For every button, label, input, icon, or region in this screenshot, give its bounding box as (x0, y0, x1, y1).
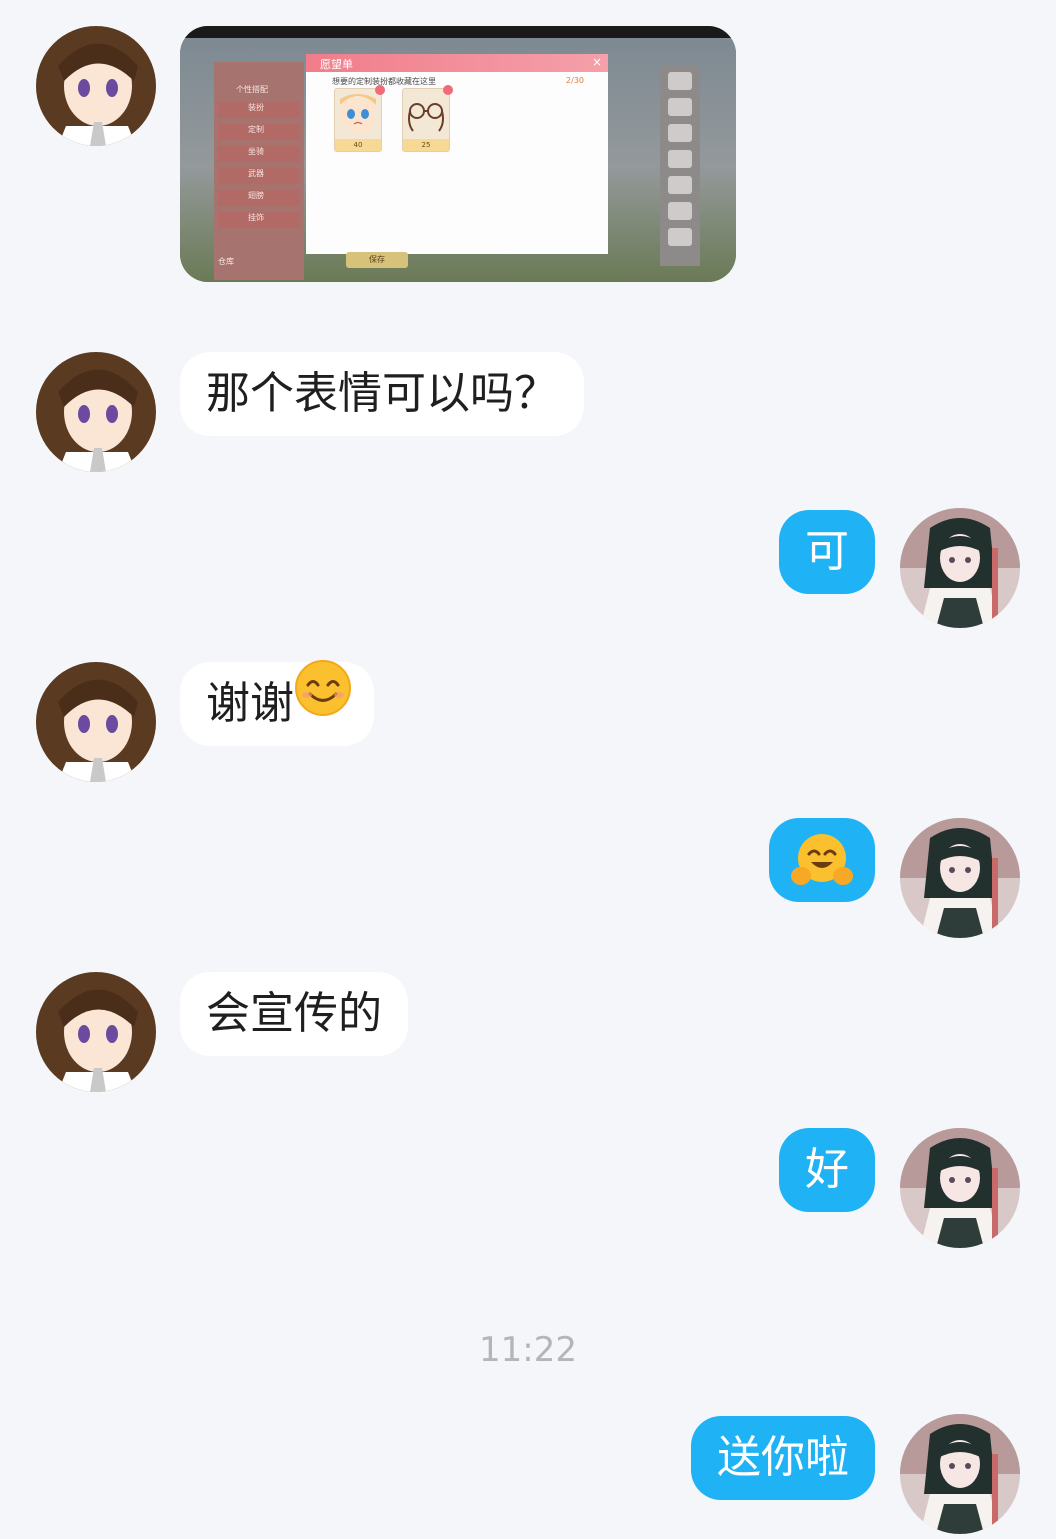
menu-item: 装扮 (218, 102, 300, 118)
remove-dot (375, 85, 385, 95)
menu-item: 坐骑 (218, 146, 300, 162)
panel-icon (668, 98, 692, 116)
contact-avatar[interactable] (36, 972, 156, 1092)
menu-item: 翅膀 (218, 190, 300, 206)
message-bubble[interactable]: 那个表情可以吗？ (180, 352, 584, 436)
chat-thread[interactable]: 装扮 定制 坐骑 武器 翅膀 挂饰 个性搭配 仓库 愿望单 × 想要的定制装扮都… (0, 0, 1056, 1539)
game-right-panel (660, 66, 700, 266)
dialog-subtitle: 想要的定制装扮都收藏在这里 (332, 77, 436, 86)
message-bubble[interactable]: 可 (779, 510, 875, 594)
menu-item: 定制 (218, 124, 300, 140)
message-bubble[interactable]: 会宣传的 (180, 972, 408, 1056)
message-bubble[interactable] (769, 818, 875, 902)
remove-dot (443, 85, 453, 95)
user-avatar[interactable] (900, 508, 1020, 628)
face-icon (340, 93, 376, 133)
user-avatar[interactable] (900, 1128, 1020, 1248)
timestamp: 11:22 (479, 1330, 577, 1370)
card-price: 40 (335, 139, 381, 151)
game-side-menu: 装扮 定制 坐骑 武器 翅膀 挂饰 个性搭配 (214, 62, 304, 280)
close-icon: × (591, 55, 602, 69)
panel-icon (668, 124, 692, 142)
card-price: 25 (403, 139, 449, 151)
dialog-header: 愿望单 × (306, 54, 608, 72)
panel-icon (668, 72, 692, 90)
menu-item: 挂饰 (218, 212, 300, 228)
message-bubble[interactable]: 好 (779, 1128, 875, 1212)
glasses-icon (408, 103, 444, 132)
user-avatar[interactable] (900, 818, 1020, 938)
panel-icon (668, 150, 692, 168)
smiling-face-icon (294, 659, 352, 745)
message-bubble[interactable]: 送你啦 (691, 1416, 875, 1500)
panel-icon (668, 176, 692, 194)
wishlist-card: 25 (402, 85, 453, 152)
status-bar (180, 26, 736, 38)
message-text: 谢谢 (206, 678, 294, 729)
user-avatar[interactable] (900, 1414, 1020, 1534)
contact-avatar[interactable] (36, 352, 156, 472)
contact-avatar[interactable] (36, 26, 156, 146)
warehouse-label: 仓库 (218, 257, 234, 266)
wishlist-card: 40 (334, 85, 385, 152)
panel-icon (668, 202, 692, 220)
wishlist-dialog: 愿望单 × 想要的定制装扮都收藏在这里 2/30 40 25 (306, 54, 608, 254)
contact-avatar[interactable] (36, 662, 156, 782)
dialog-title: 愿望单 (320, 58, 353, 71)
message-bubble[interactable]: 谢谢 (180, 659, 374, 746)
save-button: 保存 (346, 252, 408, 268)
panel-icon (668, 228, 692, 246)
menu-item: 武器 (218, 168, 300, 184)
menu-header: 个性搭配 (236, 85, 268, 94)
image-message[interactable]: 装扮 定制 坐骑 武器 翅膀 挂饰 个性搭配 仓库 愿望单 × 想要的定制装扮都… (180, 26, 736, 282)
dialog-count: 2/30 (566, 76, 584, 85)
hugging-face-icon (791, 832, 853, 918)
